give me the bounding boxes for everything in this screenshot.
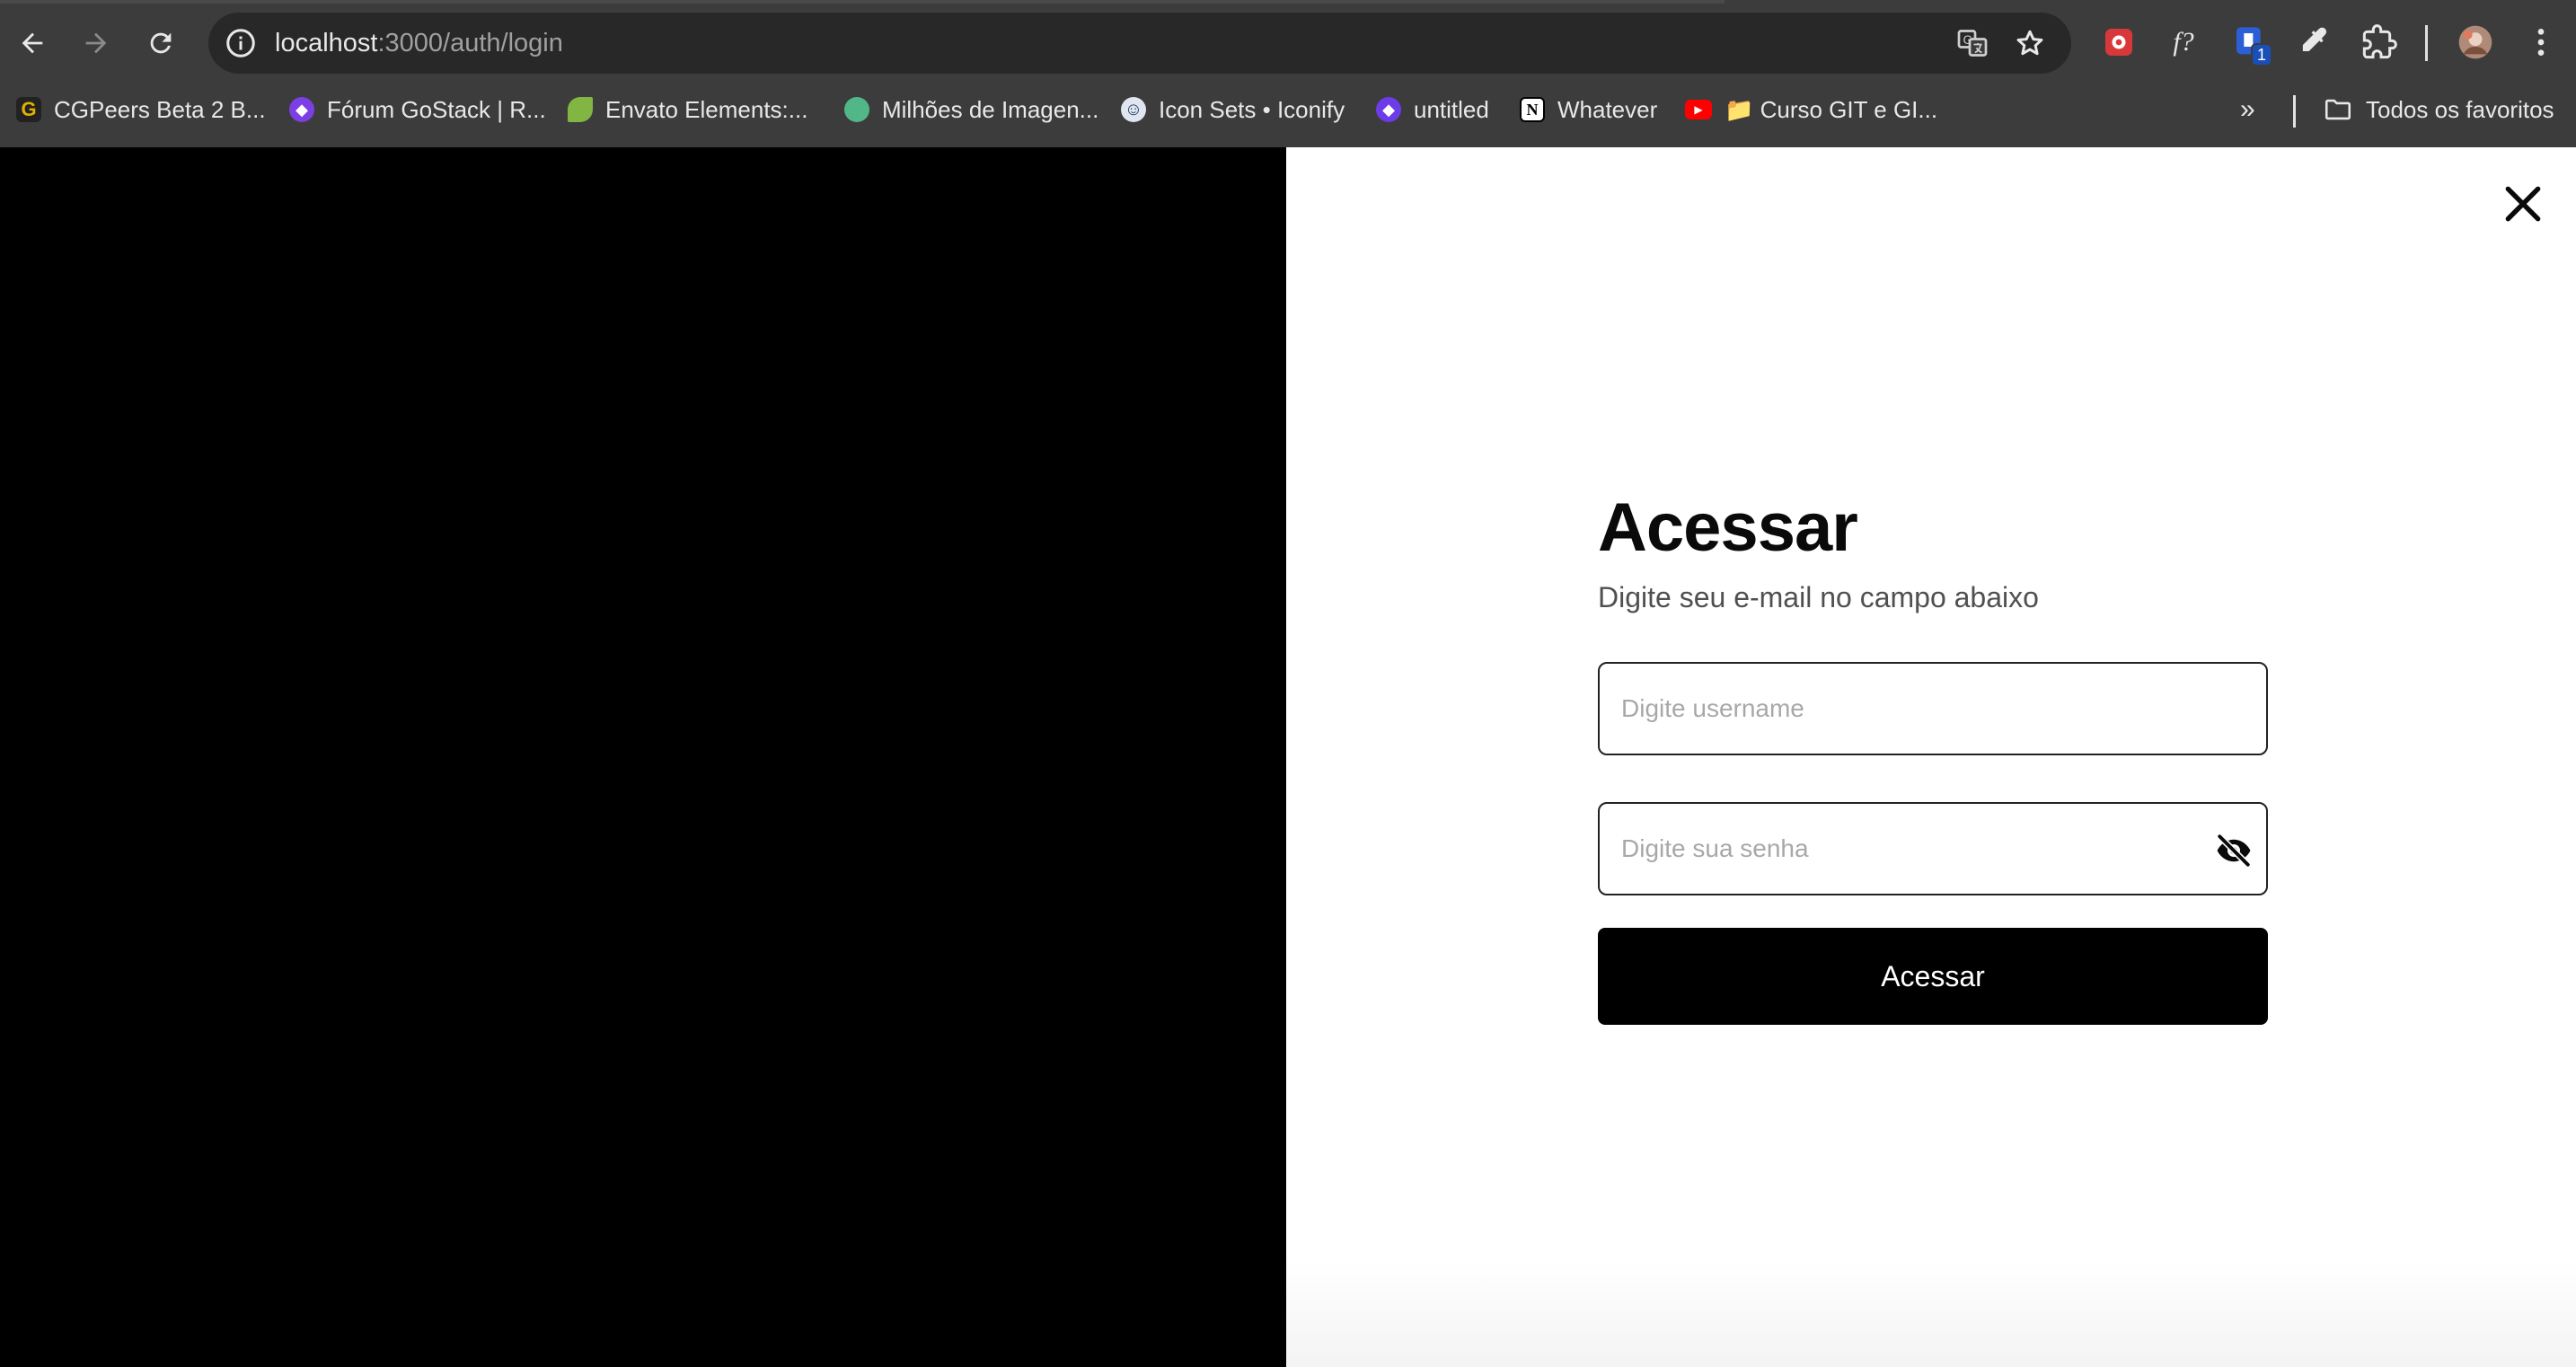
bookmark-item[interactable]: Envato Elements:... [568,86,807,133]
submit-button[interactable]: Acessar [1598,928,2268,1025]
more-bookmarks-button[interactable]: » [2240,86,2255,133]
url-path: :3000/auth/login [377,29,563,57]
reload-icon [150,32,172,54]
eyedropper-icon[interactable] [2296,23,2333,61]
bookmark-label: CGPeers Beta 2 B... [54,95,266,123]
back-button[interactable] [9,20,56,66]
notion-favicon: N [1520,97,1545,122]
bookmark-label: Whatever [1557,95,1658,123]
site-info-icon[interactable] [225,27,257,59]
panel-bottom-shade [1286,1259,2576,1367]
youtube-favicon: ▶ [1685,100,1712,119]
browser-menu-icon[interactable] [2522,23,2560,61]
reload-button[interactable] [137,20,184,66]
eye-off-icon [2216,833,2252,869]
bookmark-label: Envato Elements:... [605,95,808,123]
extension-blue-icon[interactable]: 1 [2231,23,2272,66]
bookmark-item[interactable]: ▶ 📁 Curso GIT e GI... [1685,86,1937,133]
bookmark-label: Milhões de Imagen... [882,95,1099,123]
iconify-smiley-favicon: ☺ [1121,97,1146,122]
bookmark-item[interactable]: ◆ untitled [1376,86,1489,133]
bookmark-item[interactable]: N Whatever [1520,86,1657,133]
page-subtitle: Digite seu e-mail no campo abaixo [1598,581,2039,613]
toggle-password-visibility[interactable] [2214,831,2254,870]
password-input[interactable] [1600,804,2266,894]
bookmark-item[interactable]: G CGPeers Beta 2 B... [16,86,266,133]
url-host: localhost [275,29,378,57]
arrow-right-icon [85,32,107,54]
username-input[interactable] [1600,664,2266,754]
login-form: Acessar Digite seu e-mail no campo abaix… [1598,490,2268,616]
bookmark-label: Fórum GoStack | R... [327,95,546,123]
bookmark-label: untitled [1414,95,1489,123]
all-bookmarks-button[interactable]: Todos os favoritos [2323,86,2554,133]
login-panel [1286,147,2576,1367]
bookmark-item[interactable]: ☺ Icon Sets • Iconify [1121,86,1345,133]
formula-extension-label: f? [2173,27,2194,57]
all-bookmarks-label: Todos os favoritos [2366,95,2554,123]
translate-icon[interactable]: G [1956,27,1989,59]
url-text[interactable]: localhost:3000/auth/login [275,13,563,74]
formula-extension-icon[interactable]: f? [2165,23,2202,61]
freepik-favicon [844,97,869,122]
username-field[interactable] [1598,662,2268,755]
browser-chrome: localhost:3000/auth/login G f? 1 G CGPee… [0,0,2576,147]
bookmarks-divider [2293,95,2296,128]
left-image-panel [0,147,1286,1367]
page-title: Acessar [1598,489,1858,566]
folder-icon [2325,99,2351,120]
extensions-puzzle-icon[interactable] [2360,23,2398,61]
password-field[interactable] [1598,802,2268,895]
close-button[interactable] [2497,178,2549,230]
bookmark-item[interactable]: ◆ Fórum GoStack | R... [289,86,546,133]
envato-leaf-favicon [568,97,593,122]
rocketseat-favicon: ◆ [289,97,314,122]
double-chevron-right-icon: » [2240,94,2255,124]
bookmark-star-icon[interactable] [2014,27,2046,59]
tab-strip-edge [0,0,1725,4]
bookmarks-bar: G CGPeers Beta 2 B... ◆ Fórum GoStack | … [0,86,2576,133]
extension-red-icon[interactable] [2100,23,2138,61]
bookmark-item[interactable]: Milhões de Imagen... [844,86,1098,133]
profile-avatar[interactable] [2456,22,2495,62]
toolbar-divider [2425,25,2428,61]
bookmark-label: 📁 Curso GIT e GI... [1725,95,1938,123]
linear-diamond-favicon: ◆ [1376,97,1401,122]
extension-badge: 1 [2250,43,2272,66]
cgpeers-favicon: G [16,97,41,122]
page [0,147,2576,1367]
forward-button[interactable] [73,20,119,66]
close-icon [2505,186,2541,222]
arrow-left-icon [22,32,43,54]
bookmark-label: Icon Sets • Iconify [1159,95,1345,123]
address-bar[interactable]: localhost:3000/auth/login G [208,13,2071,74]
